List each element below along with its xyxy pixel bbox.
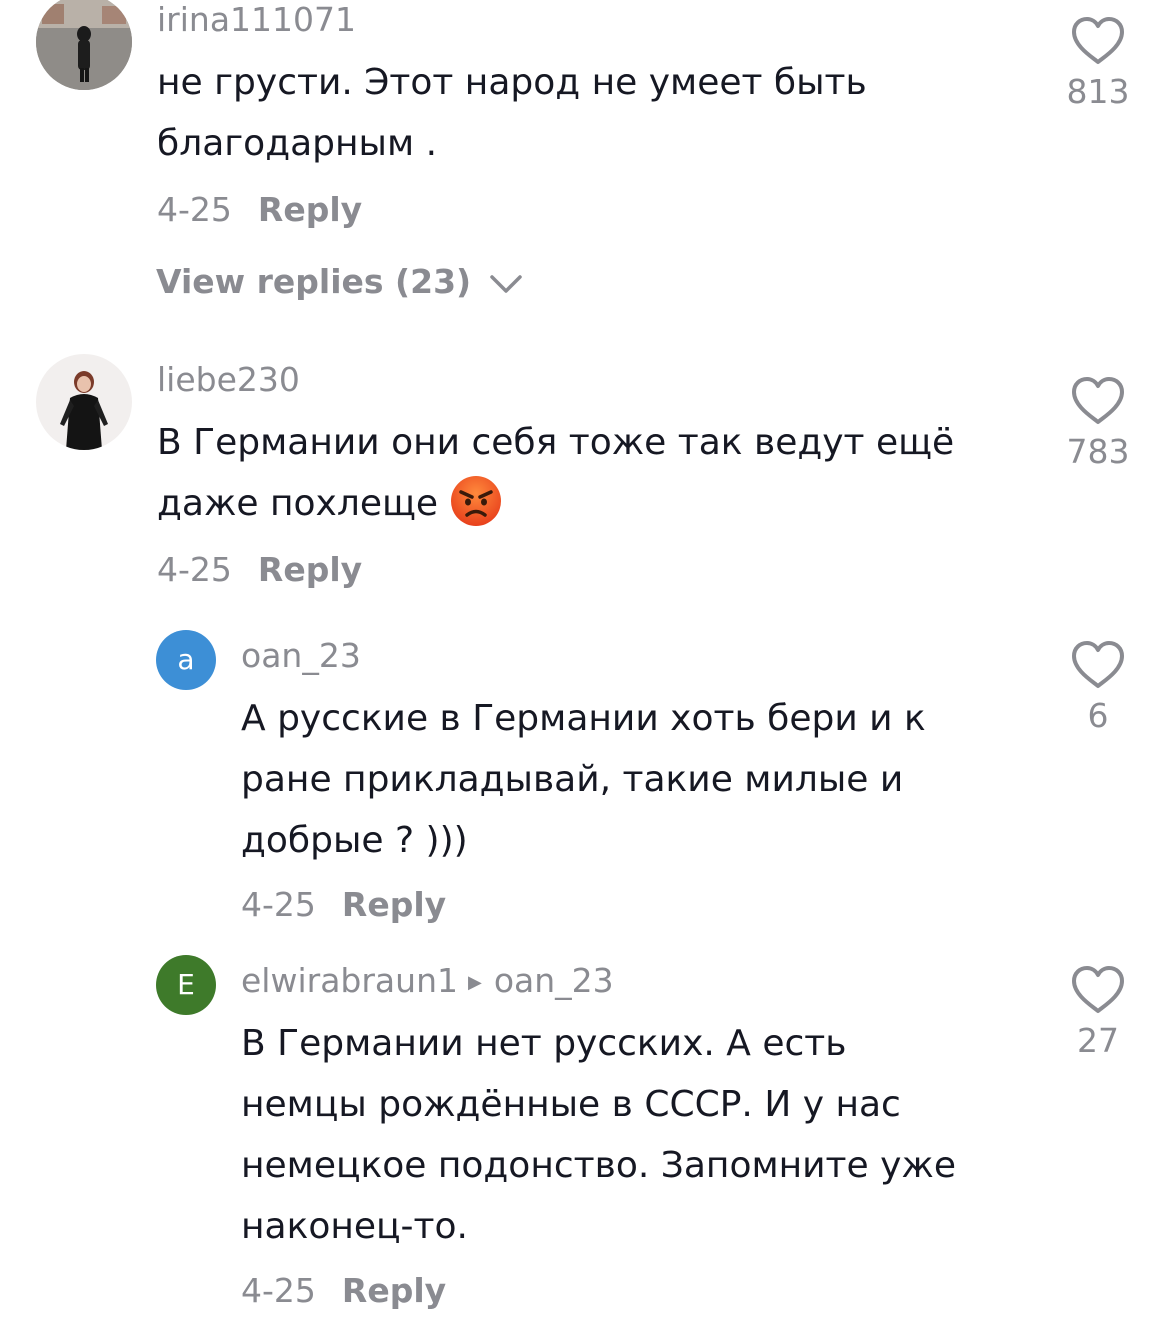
like-count: 27	[1077, 1021, 1119, 1060]
comment-username[interactable]: liebe230	[157, 360, 300, 400]
like-button[interactable]: 6	[1060, 640, 1136, 736]
comment-date: 4-25	[157, 190, 232, 229]
comment-text-line: В Германии они себя тоже так ведут ещё	[157, 422, 955, 463]
avatar[interactable]	[36, 354, 132, 450]
heart-icon	[1072, 377, 1124, 424]
comment-meta: 4-25 Reply	[157, 550, 362, 590]
comment-meta: 4-25 Reply	[241, 1271, 446, 1311]
heart-icon	[1072, 17, 1124, 64]
comment-text-line: В Германии нет русских. А есть	[241, 1023, 847, 1064]
reply-button[interactable]: Reply	[342, 885, 446, 924]
reply-author[interactable]: elwirabraun1	[241, 961, 458, 1000]
reply-button[interactable]: Reply	[342, 1271, 446, 1310]
like-count: 813	[1066, 72, 1130, 111]
comment-text-line: даже похлеще	[157, 473, 954, 534]
comment-meta: 4-25 Reply	[157, 190, 362, 230]
comment-text-line: благодарным .	[157, 123, 438, 164]
comment-text: В Германии нет русских. А есть немцы рож…	[241, 1013, 956, 1257]
like-button[interactable]: 27	[1060, 965, 1136, 1061]
like-count: 6	[1087, 696, 1109, 735]
view-replies-button[interactable]: View replies (23)	[156, 262, 523, 301]
play-arrow-icon: ▶	[467, 972, 482, 993]
comment-text: А русские в Германии хоть бери и к ране …	[241, 688, 926, 871]
comment-text-line: ране прикладывай, такие милые и	[241, 759, 904, 800]
like-count: 783	[1066, 432, 1130, 471]
avatar[interactable]: a	[156, 630, 216, 690]
comment-username[interactable]: irina111071	[157, 0, 356, 40]
comment-username[interactable]: oan_23	[241, 636, 361, 676]
avatar[interactable]: E	[156, 955, 216, 1015]
avatar-letter: E	[177, 968, 195, 1001]
comment-text-line: не грусти. Этот народ не умеет быть	[157, 62, 867, 103]
comment-username: elwirabraun1 ▶ oan_23	[241, 961, 614, 1007]
comment-date: 4-25	[241, 885, 316, 924]
like-button[interactable]: 813	[1060, 16, 1136, 112]
reply-to-user[interactable]: oan_23	[494, 961, 614, 1000]
angry-face-emoji-icon	[450, 476, 501, 526]
comment-text-line: добрые ? )))	[241, 820, 468, 861]
comment-text-line: немцы рождённые в СССР. И у нас	[241, 1084, 901, 1125]
comment-text-line: А русские в Германии хоть бери и к	[241, 698, 926, 739]
reply-button[interactable]: Reply	[258, 190, 362, 229]
comment-meta: 4-25 Reply	[241, 885, 446, 925]
comment-text-line: наконец-то.	[241, 1206, 468, 1247]
chevron-down-icon	[489, 274, 522, 293]
comment-text-line: немецкое подонство. Запомните уже	[241, 1145, 957, 1186]
comment-date: 4-25	[241, 1271, 316, 1310]
reply-button[interactable]: Reply	[258, 550, 362, 589]
heart-icon	[1072, 641, 1124, 688]
heart-icon	[1072, 966, 1124, 1013]
avatar-letter: a	[177, 643, 195, 676]
comment-text: не грусти. Этот народ не умеет быть благ…	[157, 52, 867, 174]
view-replies-label: View replies (23)	[156, 262, 472, 301]
comment-text: В Германии они себя тоже так ведут ещё д…	[157, 412, 954, 534]
like-button[interactable]: 783	[1060, 376, 1136, 472]
avatar[interactable]	[36, 0, 132, 90]
comment-date: 4-25	[157, 550, 232, 589]
